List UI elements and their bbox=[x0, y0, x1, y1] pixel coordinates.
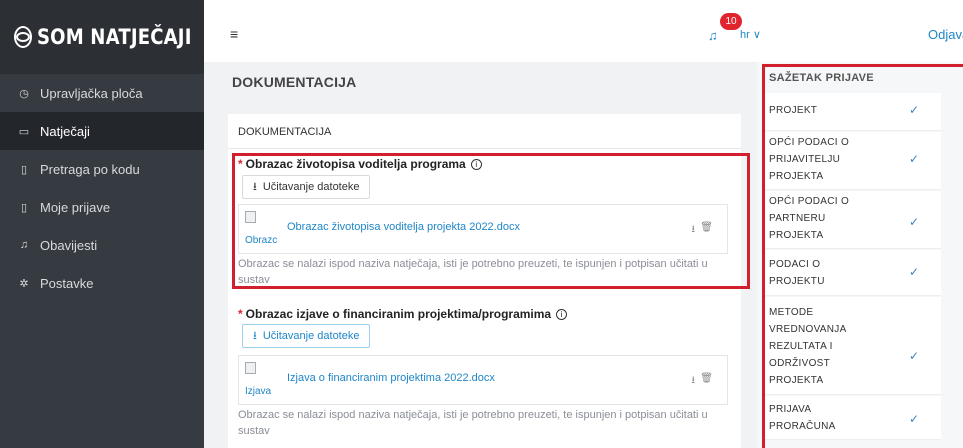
summary-item-label: OPĆI PODACI O PRIJAVITELJU PROJEKTA bbox=[769, 137, 850, 182]
brand-name: SOM NATJEČAJI bbox=[37, 25, 192, 49]
summary-item-label: OPĆI PODACI O PARTNERU PROJEKTA bbox=[769, 196, 850, 241]
sidebar-item-postavke[interactable]: ✲ Postavke bbox=[0, 264, 204, 302]
file-icon: ▯ bbox=[20, 201, 28, 214]
summary-item-label: PROJEKT bbox=[769, 105, 818, 116]
sidebar-item-moje-prijave[interactable]: ▯ Moje prijave bbox=[0, 188, 204, 226]
notifications-bell-icon[interactable]: ♫ bbox=[708, 28, 718, 43]
field-label-funded-projects: * Obrazac izjave o financiranim projektim… bbox=[238, 307, 568, 321]
summary-item-label: METODE VREDNOVANJA REZULTATA I ODRŽIVOST… bbox=[769, 307, 847, 386]
sidebar-item-obavijesti[interactable]: ♫ Obavijesti bbox=[0, 226, 204, 264]
bell-icon: ♫ bbox=[19, 239, 29, 251]
summary-item-partner[interactable]: OPĆI PODACI O PARTNERU PROJEKTA ✓ bbox=[763, 191, 941, 249]
file-thumbnail-image bbox=[245, 362, 256, 374]
check-icon: ✓ bbox=[908, 152, 919, 166]
download-icon[interactable]: ⭳ bbox=[692, 222, 696, 239]
upload-button-label: Učitavanje datoteke bbox=[262, 181, 360, 193]
application-summary: SAŽETAK PRIJAVE PROJEKT ✓ OPĆI PODACI O … bbox=[757, 62, 963, 448]
field-help-text: Obrazac se nalazi ispod naziva natječaja… bbox=[238, 409, 708, 437]
sidebar-item-label: Upravljačka ploča bbox=[40, 85, 143, 101]
summary-item-projekt[interactable]: PROJEKT ✓ bbox=[763, 93, 941, 131]
upload-icon: ⭳ bbox=[253, 180, 257, 193]
upload-button-funded-projects[interactable]: ⭳ Učitavanje datoteke bbox=[242, 324, 371, 348]
divider bbox=[228, 148, 741, 149]
folder-icon: ▭ bbox=[18, 125, 30, 138]
notifications-count-badge: 10 bbox=[720, 13, 742, 30]
dashboard-icon: ◷ bbox=[19, 87, 29, 100]
info-icon[interactable]: i bbox=[470, 159, 482, 170]
field-help-text: Obrazac se nalazi ispod naziva natječaja… bbox=[238, 258, 708, 286]
check-icon: ✓ bbox=[908, 215, 919, 229]
check-icon: ✓ bbox=[908, 412, 919, 426]
sidebar-item-upravljacka-ploca[interactable]: ◷ Upravljačka ploča bbox=[0, 74, 204, 112]
field-label-text: Obrazac životopisa voditelja programa bbox=[245, 157, 466, 171]
sidebar-item-label: Pretraga po kodu bbox=[40, 161, 140, 177]
summary-item-label: PODACI O PROJEKTU bbox=[769, 259, 825, 287]
file-thumbnail-alt: Obrazc bbox=[245, 235, 278, 246]
sidebar-item-pretraga-po-kodu[interactable]: ▯ Pretraga po kodu bbox=[0, 150, 204, 188]
check-icon: ✓ bbox=[908, 349, 919, 363]
sidebar-nav: ◷ Upravljačka ploča ▭ Natječaji ▯ Pretra… bbox=[0, 74, 204, 302]
summary-item-label: PRIJAVA PRORAČUNA bbox=[769, 404, 836, 432]
summary-item-metode-vrednovanja[interactable]: METODE VREDNOVANJA REZULTATA I ODRŽIVOST… bbox=[763, 297, 941, 395]
sidebar-item-label: Moje prijave bbox=[40, 199, 111, 215]
language-select[interactable]: hr ∨ bbox=[740, 28, 761, 41]
upload-button-label: Učitavanje datoteke bbox=[262, 330, 360, 342]
gear-icon: ✲ bbox=[19, 277, 29, 290]
delete-icon[interactable]: 🗑 bbox=[700, 222, 713, 233]
upload-button-cv[interactable]: ⭳ Učitavanje datoteke bbox=[242, 175, 371, 199]
top-bar: ≡ ♫ 10 hr ∨ Odjava bbox=[204, 0, 963, 62]
sidebar-item-label: Postavke bbox=[40, 275, 94, 291]
file-thumbnail-image bbox=[245, 211, 256, 223]
file-search-icon: ▯ bbox=[20, 163, 28, 176]
delete-icon[interactable]: 🗑 bbox=[700, 373, 713, 384]
main-content: DOKUMENTACIJA DOKUMENTACIJA * Obrazac živ… bbox=[204, 62, 757, 448]
brand-logo[interactable]: SOM NATJEČAJI bbox=[0, 0, 204, 74]
logo-icon bbox=[14, 26, 32, 48]
check-icon: ✓ bbox=[908, 265, 919, 279]
uploaded-file-funded-projects: Izjava Izjava o financiranim projektima … bbox=[238, 355, 728, 405]
sidebar-item-label: Obavijesti bbox=[40, 237, 98, 253]
section-title: DOKUMENTACIJA bbox=[238, 126, 332, 138]
sidebar: SOM NATJEČAJI ◷ Upravljačka ploča ▭ Natj… bbox=[0, 0, 204, 448]
sidebar-item-natjecaji[interactable]: ▭ Natječaji bbox=[0, 112, 204, 150]
uploaded-file-cv: Obrazc Obrazac životopisa voditelja proj… bbox=[238, 204, 728, 254]
sidebar-item-label: Natječaji bbox=[40, 123, 90, 139]
file-name-link[interactable]: Izjava o financiranim projektima 2022.do… bbox=[287, 372, 495, 384]
upload-icon: ⭳ bbox=[253, 329, 257, 342]
page-title: DOKUMENTACIJA bbox=[232, 74, 357, 90]
summary-item-prijava-proracuna[interactable]: PRIJAVA PRORAČUNA ✓ bbox=[763, 396, 941, 440]
download-icon[interactable]: ⭳ bbox=[692, 373, 696, 390]
field-label-cv-form: * Obrazac životopisa voditelja programa i bbox=[238, 157, 482, 171]
logout-link[interactable]: Odjava bbox=[928, 27, 963, 42]
file-thumbnail-alt: Izjava bbox=[245, 386, 272, 397]
documentation-panel: DOKUMENTACIJA * Obrazac životopisa vodite… bbox=[228, 114, 741, 448]
required-marker: * bbox=[238, 307, 243, 321]
menu-toggle-icon[interactable]: ≡ bbox=[230, 26, 238, 42]
summary-title: SAŽETAK PRIJAVE bbox=[769, 72, 874, 84]
check-icon: ✓ bbox=[908, 103, 919, 117]
summary-item-prijavitelj[interactable]: OPĆI PODACI O PRIJAVITELJU PROJEKTA ✓ bbox=[763, 132, 941, 190]
required-marker: * bbox=[238, 157, 243, 171]
summary-item-podaci-o-projektu[interactable]: PODACI O PROJEKTU ✓ bbox=[763, 250, 941, 296]
file-name-link[interactable]: Obrazac životopisa voditelja projekta 20… bbox=[287, 221, 520, 233]
field-label-text: Obrazac izjave o financiranim projektima… bbox=[245, 307, 552, 321]
info-icon[interactable]: i bbox=[556, 309, 568, 320]
